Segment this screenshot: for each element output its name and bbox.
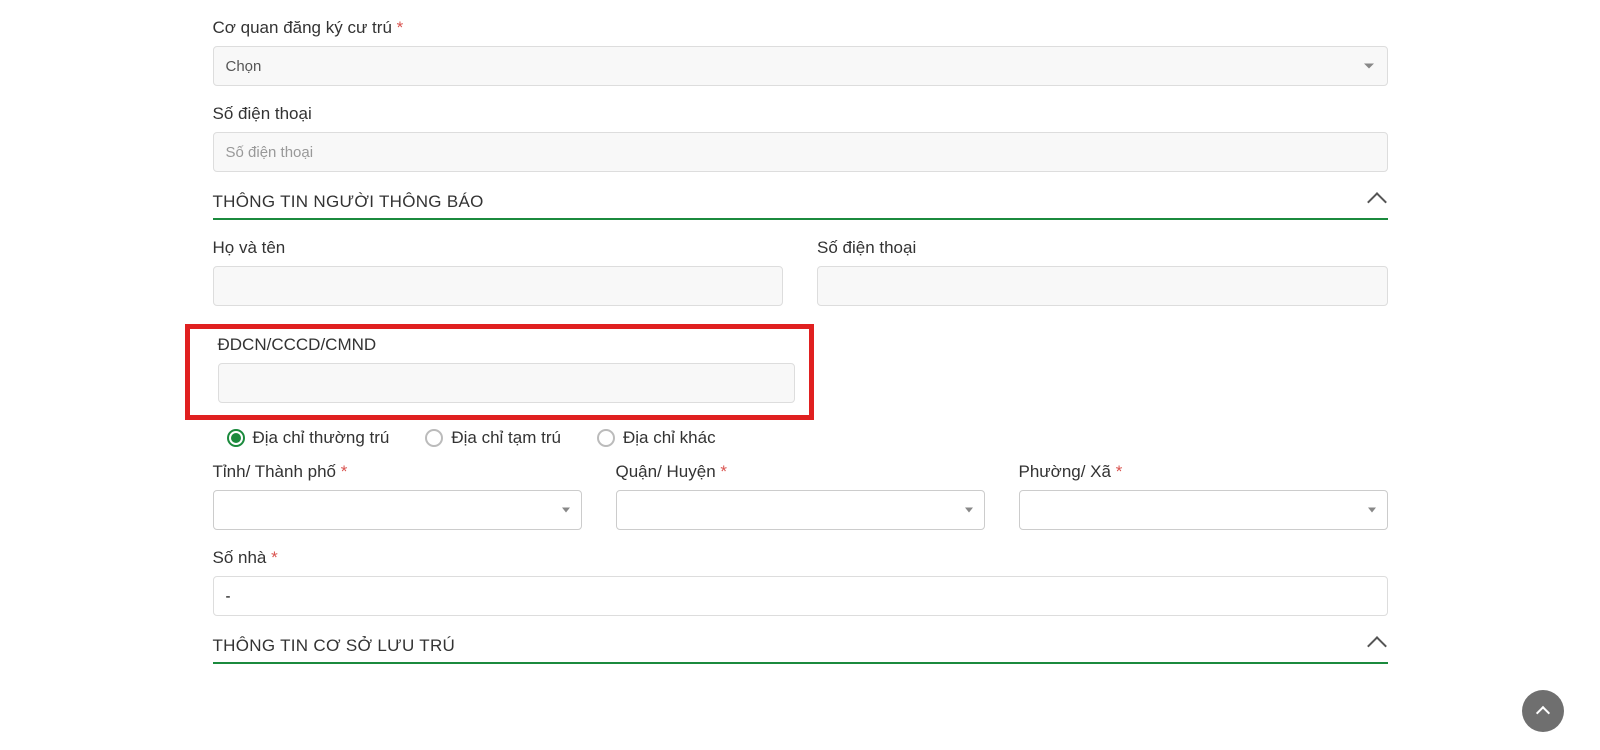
ward-label-text: Phường/ Xã [1019, 462, 1111, 481]
province-label: Tỉnh/ Thành phố * [213, 462, 582, 482]
district-label: Quận/ Huyện * [616, 462, 985, 482]
house-label-text: Số nhà [213, 548, 267, 567]
chevron-up-icon [1367, 192, 1387, 212]
house-label: Số nhà * [213, 548, 1388, 568]
required-asterisk: * [720, 462, 727, 481]
section-title-reporter: THÔNG TIN NGƯỜI THÔNG BÁO [213, 192, 484, 212]
reporter-phone-label: Số điện thoại [817, 238, 1388, 258]
required-asterisk: * [397, 18, 404, 37]
reporter-phone-input[interactable] [817, 266, 1388, 306]
radio-other[interactable]: Địa chỉ khác [597, 428, 716, 448]
radio-temporary-label: Địa chỉ tạm trú [451, 428, 561, 448]
radio-temporary[interactable]: Địa chỉ tạm trú [425, 428, 561, 448]
fullname-input[interactable] [213, 266, 784, 306]
id-input[interactable] [218, 363, 796, 403]
section-header-reporter[interactable]: THÔNG TIN NGƯỜI THÔNG BÁO [213, 192, 1388, 220]
scroll-to-top-button[interactable] [1522, 690, 1564, 732]
required-asterisk: * [271, 548, 278, 567]
agency-label: Cơ quan đăng ký cư trú * [213, 18, 1388, 38]
agency-select[interactable]: Chọn [213, 46, 1388, 86]
ward-label: Phường/ Xã * [1019, 462, 1388, 482]
radio-other-label: Địa chỉ khác [623, 428, 716, 448]
id-highlight-box: ĐDCN/CCCD/CMND [185, 324, 815, 420]
required-asterisk: * [1116, 462, 1123, 481]
chevron-up-icon [1367, 636, 1387, 656]
house-input[interactable] [213, 576, 1388, 616]
chevron-up-icon [1536, 706, 1550, 720]
fullname-label: Họ và tên [213, 238, 784, 258]
province-select[interactable] [213, 490, 582, 530]
agency-label-text: Cơ quan đăng ký cư trú [213, 18, 392, 37]
radio-permanent[interactable]: Địa chỉ thường trú [227, 428, 390, 448]
id-label: ĐDCN/CCCD/CMND [200, 335, 800, 355]
district-select[interactable] [616, 490, 985, 530]
ward-select[interactable] [1019, 490, 1388, 530]
district-label-text: Quận/ Huyện [616, 462, 716, 481]
section-title-accommodation: THÔNG TIN CƠ SỞ LƯU TRÚ [213, 636, 456, 656]
phone-input[interactable] [213, 132, 1388, 172]
required-asterisk: * [341, 462, 348, 481]
province-label-text: Tỉnh/ Thành phố [213, 462, 337, 481]
phone-label: Số điện thoại [213, 104, 1388, 124]
radio-permanent-label: Địa chỉ thường trú [253, 428, 390, 448]
address-type-radio-group: Địa chỉ thường trú Địa chỉ tạm trú Địa c… [213, 428, 1388, 448]
section-header-accommodation[interactable]: THÔNG TIN CƠ SỞ LƯU TRÚ [213, 636, 1388, 664]
